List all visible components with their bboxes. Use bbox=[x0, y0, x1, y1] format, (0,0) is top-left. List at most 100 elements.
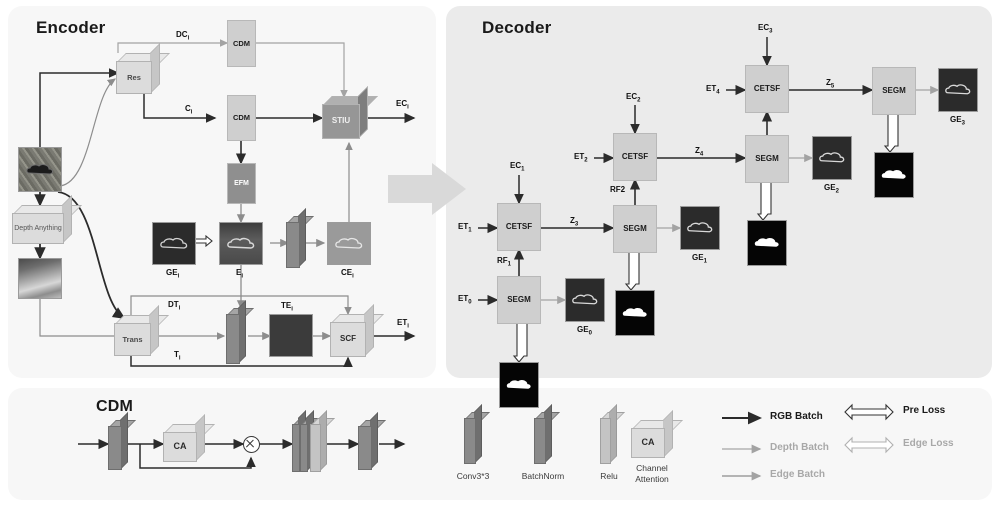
e-i-image bbox=[219, 222, 263, 265]
cloud-shape-icon bbox=[572, 294, 598, 305]
label-ec-sub: i bbox=[407, 104, 409, 111]
label-z-4: Z4 bbox=[695, 146, 703, 158]
label-te-i: TEi bbox=[281, 301, 293, 313]
label-rf-2-text: RF2 bbox=[610, 185, 626, 194]
encoder-lower-conv-slab bbox=[226, 300, 254, 364]
label-et-2-sub: 2 bbox=[584, 157, 588, 164]
scf-block: SCF bbox=[330, 304, 384, 357]
label-ge-sub: i bbox=[177, 273, 180, 280]
res-backbone-block: Res bbox=[116, 43, 170, 94]
cloud-shape-icon bbox=[687, 222, 713, 233]
label-ec-3-sub: 3 bbox=[769, 28, 773, 35]
legend-channel-attention-caption: Channel Attention bbox=[635, 463, 669, 484]
label-ge-2-text: GE bbox=[824, 183, 836, 192]
label-rf-2: RF2 bbox=[610, 185, 625, 194]
depth-anything-block: Depth Anything bbox=[12, 195, 82, 244]
decoder-gt-0-image bbox=[499, 362, 539, 408]
label-c-sub: i bbox=[190, 109, 193, 116]
decoder-segm-0: SEGM bbox=[497, 276, 541, 324]
label-t-sub: i bbox=[178, 355, 181, 362]
cloud-shape-icon bbox=[622, 307, 647, 317]
legend-relu-slab bbox=[600, 404, 625, 464]
depth-map-image bbox=[18, 258, 62, 299]
label-et-0: ET0 bbox=[458, 294, 472, 306]
trans-label: Trans bbox=[114, 323, 151, 356]
label-ge-text: GE bbox=[166, 268, 178, 277]
label-ce-i: CEi bbox=[341, 268, 354, 280]
cdm-bottom-block: CDM bbox=[227, 95, 256, 141]
trans-backbone-block: Trans bbox=[114, 305, 169, 356]
label-et-4-text: ET bbox=[706, 84, 717, 93]
label-ce-text: CE bbox=[341, 268, 353, 277]
cdm-input-conv-slab bbox=[108, 412, 136, 470]
label-c-i: Ci bbox=[185, 104, 192, 116]
stiu-block: STIU bbox=[322, 86, 378, 139]
label-et-0-sub: 0 bbox=[468, 299, 472, 306]
legend-conv-caption: Conv3*3 bbox=[456, 471, 490, 481]
decoder-segm-3: SEGM bbox=[872, 67, 916, 115]
label-ge-2: GE2 bbox=[824, 183, 839, 195]
label-dc-sub: i bbox=[187, 35, 190, 42]
label-et-4: ET4 bbox=[706, 84, 720, 96]
decoder-cetsf-2: CETSF bbox=[613, 133, 657, 181]
label-ec-1: EC1 bbox=[510, 161, 524, 173]
label-dc-text: DC bbox=[176, 30, 188, 39]
ge-i-image bbox=[152, 222, 196, 265]
decoder-title: Decoder bbox=[482, 18, 552, 37]
cdm-ca-label: CA bbox=[163, 432, 197, 462]
res-label: Res bbox=[116, 61, 152, 94]
label-et-1-sub: 1 bbox=[468, 227, 472, 234]
label-z-3-sub: 3 bbox=[574, 221, 579, 228]
cloud-shape-icon bbox=[506, 379, 531, 389]
label-z-5: Z5 bbox=[826, 78, 834, 90]
label-ge-2-sub: 2 bbox=[835, 188, 839, 195]
decoder-cetsf-3: CETSF bbox=[745, 65, 789, 113]
label-ec-3-text: EC bbox=[758, 23, 770, 32]
label-ce-sub: i bbox=[352, 273, 354, 280]
cloud-shape-icon bbox=[335, 237, 363, 249]
label-te-text: TE bbox=[281, 301, 292, 310]
legend-edge-batch: Edge Batch bbox=[770, 469, 826, 480]
legend-rgb-batch: RGB Batch bbox=[770, 411, 823, 422]
label-et-2: ET2 bbox=[574, 152, 588, 164]
ce-i-image bbox=[327, 222, 371, 265]
label-e-sub: i bbox=[241, 273, 244, 280]
cloud-shape-icon bbox=[945, 84, 971, 95]
decoder-gt-2-image bbox=[747, 220, 787, 266]
decoder-segm-2: SEGM bbox=[745, 135, 789, 183]
label-rf-1-sub: 1 bbox=[507, 261, 512, 268]
cloud-shape-icon bbox=[819, 152, 845, 163]
cloud-shape-icon bbox=[227, 237, 255, 249]
cloud-shape-icon bbox=[881, 169, 906, 179]
legend-batchnorm-caption: BatchNorm bbox=[521, 471, 565, 481]
input-rgb-image bbox=[18, 147, 62, 192]
label-et-1: ET1 bbox=[458, 222, 472, 234]
label-ec-1-sub: 1 bbox=[521, 166, 525, 173]
encoder-mid-conv-slab bbox=[286, 208, 314, 268]
label-t-i: Ti bbox=[174, 350, 181, 362]
legend-pre-loss: Pre Loss bbox=[903, 405, 946, 416]
label-e-i: Ei bbox=[236, 268, 243, 280]
label-ge-0: GE0 bbox=[577, 325, 592, 337]
decoder-gt-3-image bbox=[874, 152, 914, 198]
label-te-sub: i bbox=[291, 306, 293, 313]
label-ge-1-sub: 1 bbox=[703, 258, 707, 265]
label-dt-i: DTi bbox=[168, 300, 180, 312]
decoder-cetsf-1: CETSF bbox=[497, 203, 541, 251]
label-et-text: ET bbox=[397, 318, 408, 327]
label-ge-1-text: GE bbox=[692, 253, 704, 262]
label-ge-3-sub: 3 bbox=[961, 120, 965, 127]
cloud-shape-icon bbox=[754, 237, 779, 247]
cdm-top-block: CDM bbox=[227, 20, 256, 67]
decoder-ge-1-image bbox=[680, 206, 720, 250]
scf-label: SCF bbox=[330, 322, 366, 357]
legend-ca-label: CA bbox=[631, 428, 665, 458]
label-z-4-sub: 4 bbox=[699, 151, 704, 158]
label-ec-2-sub: 2 bbox=[637, 97, 641, 104]
decoder-gt-1-image bbox=[615, 290, 655, 336]
label-dt-text: DT bbox=[168, 300, 179, 309]
legend-edge-loss: Edge Loss bbox=[903, 438, 954, 449]
cdm-stack-relu bbox=[310, 410, 335, 472]
encoder-title: Encoder bbox=[36, 18, 106, 37]
label-et-i: ETi bbox=[397, 318, 409, 330]
